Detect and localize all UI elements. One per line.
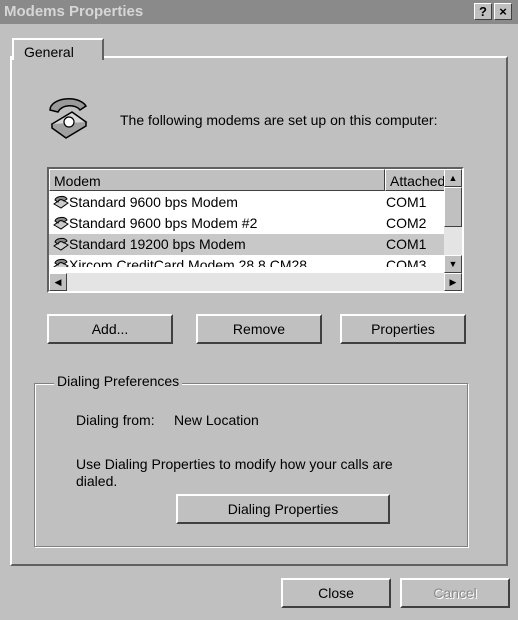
cancel-button[interactable]: Cancel bbox=[400, 578, 510, 608]
modem-port: COM1 bbox=[386, 194, 427, 210]
list-item[interactable]: Xircom CreditCard Modem 28.8 CM28 COM3 bbox=[49, 255, 462, 267]
modem-icon bbox=[53, 196, 69, 209]
window-title: Modems Properties bbox=[4, 3, 144, 20]
scroll-thumb[interactable] bbox=[444, 187, 462, 227]
dialing-properties-button[interactable]: Dialing Properties bbox=[176, 494, 390, 524]
close-window-button[interactable]: × bbox=[494, 3, 512, 20]
add-button[interactable]: Add... bbox=[47, 314, 173, 344]
remove-button[interactable]: Remove bbox=[196, 314, 322, 344]
properties-button-label: Properties bbox=[371, 321, 435, 337]
modem-port: COM1 bbox=[386, 236, 427, 252]
dialing-hint-line1: Use Dialing Properties to modify how you… bbox=[76, 456, 393, 472]
column-header-modem[interactable]: Modem bbox=[49, 169, 385, 191]
title-bar: Modems Properties ? × bbox=[0, 0, 518, 24]
close-button[interactable]: Close bbox=[281, 578, 391, 608]
dialing-properties-button-label: Dialing Properties bbox=[227, 501, 339, 517]
modem-icon bbox=[53, 238, 69, 251]
help-button[interactable]: ? bbox=[474, 3, 492, 20]
add-button-label: Add... bbox=[91, 321, 129, 337]
telephone-icon bbox=[49, 98, 88, 139]
scroll-left-icon[interactable]: ◀ bbox=[49, 273, 67, 291]
remove-button-label: Remove bbox=[232, 321, 286, 337]
close-button-label: Close bbox=[318, 585, 354, 601]
cancel-button-label: Cancel bbox=[433, 585, 477, 601]
modem-port: COM2 bbox=[386, 215, 427, 231]
scroll-down-icon[interactable]: ▼ bbox=[444, 255, 462, 273]
list-item[interactable]: Standard 9600 bps Modem COM1 bbox=[49, 192, 462, 213]
modem-icon bbox=[53, 217, 69, 230]
horizontal-scrollbar[interactable]: ◀ ▶ bbox=[49, 273, 462, 291]
tab-general[interactable]: General bbox=[12, 38, 104, 60]
list-item[interactable]: Standard 9600 bps Modem #2 COM2 bbox=[49, 213, 462, 234]
modem-icon bbox=[53, 259, 69, 267]
intro-text: The following modems are set up on this … bbox=[120, 112, 438, 128]
dialing-from-label: Dialing from: bbox=[76, 412, 155, 428]
list-item-selected[interactable]: Standard 19200 bps Modem COM1 bbox=[49, 234, 462, 255]
scroll-right-icon[interactable]: ▶ bbox=[444, 273, 462, 291]
dialing-hint-line2: dialed. bbox=[76, 473, 118, 489]
properties-button[interactable]: Properties bbox=[340, 314, 466, 344]
modem-list[interactable]: Modem Attached T Standard 9600 bps Modem… bbox=[47, 167, 464, 293]
modem-name: Xircom CreditCard Modem 28.8 CM28 bbox=[69, 257, 308, 267]
vertical-scrollbar[interactable]: ▲ ▼ bbox=[444, 169, 462, 273]
modem-name: Standard 9600 bps Modem #2 bbox=[69, 215, 258, 231]
modem-name: Standard 9600 bps Modem bbox=[69, 194, 238, 210]
column-header-attached[interactable]: Attached T bbox=[385, 169, 445, 191]
modem-name: Standard 19200 bps Modem bbox=[69, 236, 246, 252]
dialing-from-value: New Location bbox=[174, 412, 259, 428]
dialing-preferences-legend: Dialing Preferences bbox=[54, 373, 183, 389]
modem-port: COM3 bbox=[386, 257, 427, 267]
scroll-up-icon[interactable]: ▲ bbox=[444, 169, 462, 187]
